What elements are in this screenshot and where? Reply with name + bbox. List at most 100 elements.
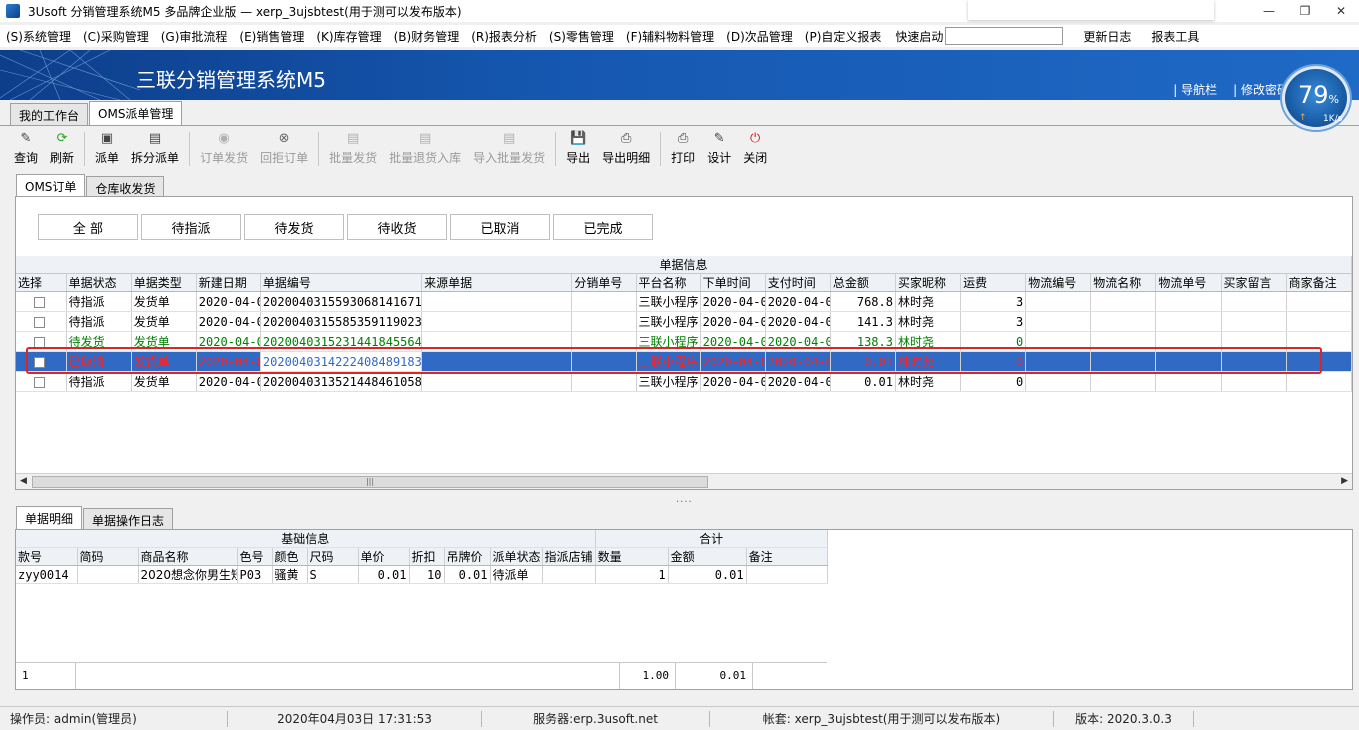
export-detail-button[interactable]: ⎙ 导出明细: [596, 128, 656, 166]
minimize-icon[interactable]: —: [1251, 0, 1287, 22]
menu-changelog[interactable]: 更新日志: [1077, 28, 1137, 45]
filter-cancelled[interactable]: 已取消: [450, 214, 550, 240]
batch-return-button[interactable]: ▤ 批量退货入库: [383, 128, 467, 166]
table-row[interactable]: 待指派 发货单 2020-04-03 202004031558535911902…: [16, 311, 1353, 332]
col-sku[interactable]: 款号: [16, 547, 78, 566]
filter-pending-assign[interactable]: 待指派: [141, 214, 241, 240]
upload-arrow-icon: ↑: [1299, 113, 1307, 123]
batch-ship-button[interactable]: ▤ 批量发货: [323, 128, 383, 166]
query-button[interactable]: ✎ 查询: [8, 128, 44, 166]
col-color-no[interactable]: 色号: [237, 547, 273, 566]
row-checkbox[interactable]: [16, 311, 67, 332]
col-store[interactable]: 指派店铺: [542, 547, 596, 566]
cell-empty: [1025, 371, 1092, 392]
scroll-left-icon[interactable]: ◀: [20, 476, 27, 486]
table-row[interactable]: zyy0014 2020想念你男生短 P03 骚黄 S 0.01 10 0.01…: [16, 565, 828, 584]
close-button[interactable]: ⏻ 关闭: [737, 128, 773, 166]
menu-materials[interactable]: (F)辅料物料管理: [620, 28, 720, 45]
filter-all[interactable]: 全 部: [38, 214, 138, 240]
menu-reports[interactable]: (R)报表分析: [465, 28, 543, 45]
col-amount[interactable]: 金额: [668, 547, 747, 566]
reject-order-button[interactable]: ⊗ 回拒订单: [254, 128, 314, 166]
menu-purchase[interactable]: (C)采购管理: [77, 28, 155, 45]
col-type[interactable]: 单据类型: [131, 273, 197, 292]
footer-qty: 1.00: [620, 662, 676, 689]
split-dispatch-button[interactable]: ▤ 拆分派单: [125, 128, 185, 166]
col-qty[interactable]: 数量: [595, 547, 669, 566]
checkbox-icon[interactable]: [34, 336, 45, 348]
col-code[interactable]: 单据编号: [260, 273, 423, 292]
col-note[interactable]: 备注: [746, 547, 828, 566]
menu-sales[interactable]: (E)销售管理: [233, 28, 310, 45]
cell-status: 待指派: [66, 371, 132, 392]
print-button[interactable]: ⎙ 打印: [665, 128, 701, 166]
restore-icon[interactable]: ❐: [1287, 0, 1323, 22]
col-date[interactable]: 新建日期: [196, 273, 261, 292]
order-ship-button[interactable]: ◉ 订单发货: [194, 128, 254, 166]
col-merchant-note[interactable]: 商家备注: [1286, 273, 1353, 292]
checkbox-icon[interactable]: [34, 316, 45, 328]
col-source[interactable]: 来源单据: [421, 273, 573, 292]
col-freight[interactable]: 运费: [960, 273, 1027, 292]
cell-code: 20200403155930681416719B: [260, 291, 423, 312]
col-color[interactable]: 颜色: [272, 547, 308, 566]
nav-bar-link[interactable]: | 导航栏: [1173, 81, 1217, 98]
tab-order-detail[interactable]: 单据明细: [16, 506, 83, 530]
dispatch-button[interactable]: ▣ 派单: [89, 128, 125, 166]
col-total[interactable]: 总金额: [830, 273, 896, 292]
tab-oms-orders[interactable]: OMS订单: [16, 174, 86, 198]
change-password-link[interactable]: | 修改密码: [1233, 81, 1289, 98]
col-order-time[interactable]: 下单时间: [700, 273, 766, 292]
menu-defects[interactable]: (D)次品管理: [720, 28, 799, 45]
close-window-icon[interactable]: ✕: [1323, 0, 1359, 22]
col-dist-no[interactable]: 分销单号: [571, 273, 637, 292]
col-select[interactable]: 选择: [16, 273, 67, 292]
scroll-right-icon[interactable]: ▶: [1341, 476, 1348, 486]
quick-launch-input[interactable]: [945, 27, 1064, 45]
design-button[interactable]: ✎ 设计: [701, 128, 737, 166]
col-tracking-no[interactable]: 物流单号: [1155, 273, 1222, 292]
col-platform[interactable]: 平台名称: [636, 273, 701, 292]
table-row[interactable]: 待指派 发货单 2020-04-03 202004031352144846105…: [16, 371, 1353, 392]
col-logistics-no[interactable]: 物流编号: [1025, 273, 1092, 292]
col-buyer[interactable]: 买家昵称: [895, 273, 962, 292]
menu-approval[interactable]: (G)审批流程: [155, 28, 234, 45]
tab-operation-log[interactable]: 单据操作日志: [83, 508, 174, 530]
checkbox-icon[interactable]: [34, 296, 45, 308]
table-row[interactable]: 待指派 发货单 2020-04-03 202004031559306814167…: [16, 291, 1353, 312]
filter-completed[interactable]: 已完成: [553, 214, 653, 240]
filter-pending-ship[interactable]: 待发货: [244, 214, 344, 240]
tab-oms-dispatch[interactable]: OMS派单管理: [89, 101, 183, 125]
export-button[interactable]: 💾 导出: [560, 128, 596, 166]
menu-finance[interactable]: (B)财务管理: [388, 28, 466, 45]
col-price[interactable]: 单价: [358, 547, 410, 566]
col-logistics-name[interactable]: 物流名称: [1090, 273, 1157, 292]
panel-splitter[interactable]: ....: [676, 494, 693, 505]
import-batch-ship-button[interactable]: ▤ 导入批量发货: [467, 128, 551, 166]
row-checkbox[interactable]: [16, 371, 67, 392]
col-short-code[interactable]: 简码: [77, 547, 139, 566]
checkbox-icon[interactable]: [34, 376, 45, 388]
tab-workbench[interactable]: 我的工作台: [10, 103, 89, 125]
filter-pending-receive[interactable]: 待收货: [347, 214, 447, 240]
col-size[interactable]: 尺码: [307, 547, 359, 566]
tab-warehouse[interactable]: 仓库收发货: [86, 176, 165, 198]
menu-retail[interactable]: (S)零售管理: [543, 28, 620, 45]
menu-inventory[interactable]: (K)库存管理: [310, 28, 387, 45]
menu-report-tool[interactable]: 报表工具: [1145, 28, 1205, 45]
menu-custom-report[interactable]: (P)自定义报表: [799, 28, 888, 45]
col-dispatch-status[interactable]: 派单状态: [490, 547, 543, 566]
col-product-name[interactable]: 商品名称: [138, 547, 238, 566]
col-pay-time[interactable]: 支付时间: [765, 273, 831, 292]
row-checkbox[interactable]: [16, 291, 67, 312]
col-tag-price[interactable]: 吊牌价: [444, 547, 491, 566]
network-speed-gauge[interactable]: 79% ↑ 1K/s: [1282, 66, 1350, 130]
col-status[interactable]: 单据状态: [66, 273, 132, 292]
horizontal-scrollbar[interactable]: ◀ ||| ▶: [16, 473, 1352, 489]
refresh-button[interactable]: ⟳ 刷新: [44, 128, 80, 166]
col-buyer-message[interactable]: 买家留言: [1221, 273, 1287, 292]
col-discount[interactable]: 折扣: [409, 547, 445, 566]
cell-empty: [1221, 291, 1287, 312]
menu-system[interactable]: (S)系统管理: [0, 28, 77, 45]
scrollbar-thumb[interactable]: |||: [32, 476, 708, 488]
